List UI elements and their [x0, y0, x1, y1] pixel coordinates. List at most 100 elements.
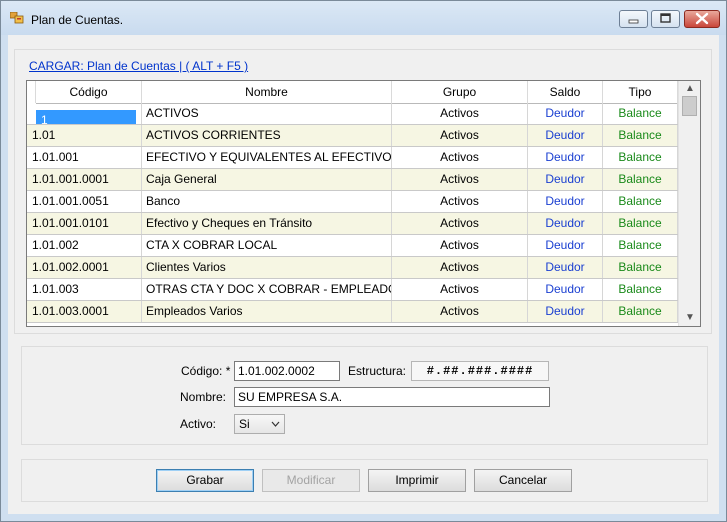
cell-saldo[interactable]: Deudor [528, 257, 603, 278]
cell-nombre[interactable]: ACTIVOS [142, 103, 392, 124]
cell-saldo[interactable]: Deudor [528, 169, 603, 190]
cell-grupo[interactable]: Activos [392, 257, 528, 278]
cell-tipo[interactable]: Balance [603, 257, 678, 278]
maximize-icon [660, 13, 671, 23]
grid-header: Código Nombre Grupo Saldo Tipo [27, 81, 678, 104]
minimize-button[interactable] [619, 10, 648, 28]
table-row[interactable]: 1.01.001.0001 Caja General Activos Deudo… [27, 169, 678, 191]
cell-codigo[interactable]: 1.01.001 [27, 147, 142, 168]
cell-codigo[interactable]: 1.01.001.0051 [27, 191, 142, 212]
chevron-down-icon [271, 421, 280, 427]
cell-nombre[interactable]: ACTIVOS CORRIENTES [142, 125, 392, 146]
cell-nombre[interactable]: Banco [142, 191, 392, 212]
cell-grupo[interactable]: Activos [392, 301, 528, 322]
cell-saldo[interactable]: Deudor [528, 235, 603, 256]
codigo-input[interactable]: 1.01.002.0002 [234, 361, 340, 381]
cell-tipo[interactable]: Balance [603, 125, 678, 146]
title-bar[interactable]: Plan de Cuentas. [1, 1, 726, 35]
cell-grupo[interactable]: Activos [392, 279, 528, 300]
cell-grupo[interactable]: Activos [392, 235, 528, 256]
cell-tipo[interactable]: Balance [603, 301, 678, 322]
cell-saldo[interactable]: Deudor [528, 301, 603, 322]
cell-nombre[interactable]: Efectivo y Cheques en Tránsito [142, 213, 392, 234]
main-window: Plan de Cuentas. CARGAR: Plan de Cuentas… [0, 0, 727, 522]
activo-select[interactable]: Si [234, 414, 285, 434]
estructura-label: Estructura: [348, 364, 407, 378]
table-row[interactable]: 1 ACTIVOS Activos Deudor Balance [27, 103, 678, 125]
cell-grupo[interactable]: Activos [392, 125, 528, 146]
cell-codigo[interactable]: 1.01.002 [27, 235, 142, 256]
client-area: CARGAR: Plan de Cuentas | ( ALT + F5 ) C… [8, 35, 719, 514]
scroll-up-icon[interactable]: ▲ [685, 84, 695, 94]
column-header-codigo[interactable]: Código [36, 81, 142, 103]
cell-nombre[interactable]: Clientes Varios [142, 257, 392, 278]
estructura-value: #.##.###.#### [411, 361, 549, 381]
cell-codigo[interactable]: 1 [27, 103, 142, 124]
nombre-label: Nombre: [180, 390, 227, 404]
cell-tipo[interactable]: Balance [603, 147, 678, 168]
table-row[interactable]: 1.01.001.0101 Efectivo y Cheques en Trán… [27, 213, 678, 235]
activo-label: Activo: [180, 417, 217, 431]
column-header-saldo[interactable]: Saldo [528, 81, 603, 103]
cell-grupo[interactable]: Activos [392, 191, 528, 212]
cargar-link[interactable]: CARGAR: Plan de Cuentas | ( ALT + F5 ) [29, 59, 248, 73]
table-row[interactable]: 1.01.002.0001 Clientes Varios Activos De… [27, 257, 678, 279]
activo-select-value: Si [239, 417, 250, 431]
cell-saldo[interactable]: Deudor [528, 125, 603, 146]
cell-codigo[interactable]: 1.01.001.0001 [27, 169, 142, 190]
scroll-thumb[interactable] [682, 96, 697, 116]
modificar-button: Modificar [262, 469, 360, 492]
row-header-corner [27, 81, 36, 103]
cell-saldo[interactable]: Deudor [528, 191, 603, 212]
table-row[interactable]: 1.01 ACTIVOS CORRIENTES Activos Deudor B… [27, 125, 678, 147]
nombre-input[interactable]: SU EMPRESA S.A. [234, 387, 550, 407]
actions-panel [21, 459, 708, 502]
cell-grupo[interactable]: Activos [392, 169, 528, 190]
cell-nombre[interactable]: EFECTIVO Y EQUIVALENTES AL EFECTIVO [142, 147, 392, 168]
minimize-icon [628, 19, 639, 24]
cell-codigo[interactable]: 1.01.003 [27, 279, 142, 300]
required-mark: * [225, 364, 231, 378]
cell-nombre[interactable]: Caja General [142, 169, 392, 190]
cell-tipo[interactable]: Balance [603, 235, 678, 256]
cell-codigo[interactable]: 1.01.001.0101 [27, 213, 142, 234]
cell-nombre[interactable]: Empleados Varios [142, 301, 392, 322]
table-row[interactable]: 1.01.003 OTRAS CTA Y DOC X COBRAR - EMPL… [27, 279, 678, 301]
scroll-down-icon[interactable]: ▼ [685, 313, 695, 323]
cell-codigo[interactable]: 1.01.003.0001 [27, 301, 142, 322]
cell-tipo[interactable]: Balance [603, 213, 678, 234]
cell-saldo[interactable]: Deudor [528, 279, 603, 300]
cell-grupo[interactable]: Activos [392, 103, 528, 124]
column-header-tipo[interactable]: Tipo [603, 81, 678, 103]
table-row[interactable]: 1.01.001 EFECTIVO Y EQUIVALENTES AL EFEC… [27, 147, 678, 169]
table-row[interactable]: 1.01.001.0051 Banco Activos Deudor Balan… [27, 191, 678, 213]
cell-tipo[interactable]: Balance [603, 279, 678, 300]
cell-codigo[interactable]: 1.01.002.0001 [27, 257, 142, 278]
codigo-label: Código: * [181, 364, 231, 378]
cell-saldo[interactable]: Deudor [528, 213, 603, 234]
cell-grupo[interactable]: Activos [392, 213, 528, 234]
imprimir-button[interactable]: Imprimir [368, 469, 466, 492]
grabar-button[interactable]: Grabar [156, 469, 254, 492]
cell-grupo[interactable]: Activos [392, 147, 528, 168]
cell-tipo[interactable]: Balance [603, 103, 678, 124]
column-header-grupo[interactable]: Grupo [392, 81, 528, 103]
close-icon [695, 12, 709, 25]
vertical-scrollbar[interactable]: ▲ ▼ [678, 81, 700, 326]
cell-tipo[interactable]: Balance [603, 169, 678, 190]
accounts-grid[interactable]: Código Nombre Grupo Saldo Tipo 1 ACTIVOS… [26, 80, 701, 327]
table-row[interactable]: 1.01.003.0001 Empleados Varios Activos D… [27, 301, 678, 323]
maximize-button[interactable] [651, 10, 680, 28]
cell-saldo[interactable]: Deudor [528, 147, 603, 168]
cancelar-button[interactable]: Cancelar [474, 469, 572, 492]
app-icon [10, 12, 24, 24]
table-row[interactable]: 1.01.002 CTA X COBRAR LOCAL Activos Deud… [27, 235, 678, 257]
cell-saldo[interactable]: Deudor [528, 103, 603, 124]
cell-nombre[interactable]: CTA X COBRAR LOCAL [142, 235, 392, 256]
close-button[interactable] [684, 10, 720, 28]
cell-nombre[interactable]: OTRAS CTA Y DOC X COBRAR - EMPLEADOS [142, 279, 392, 300]
column-header-nombre[interactable]: Nombre [142, 81, 392, 103]
cell-tipo[interactable]: Balance [603, 191, 678, 212]
cell-codigo[interactable]: 1.01 [27, 125, 142, 146]
window-title: Plan de Cuentas. [31, 13, 124, 27]
